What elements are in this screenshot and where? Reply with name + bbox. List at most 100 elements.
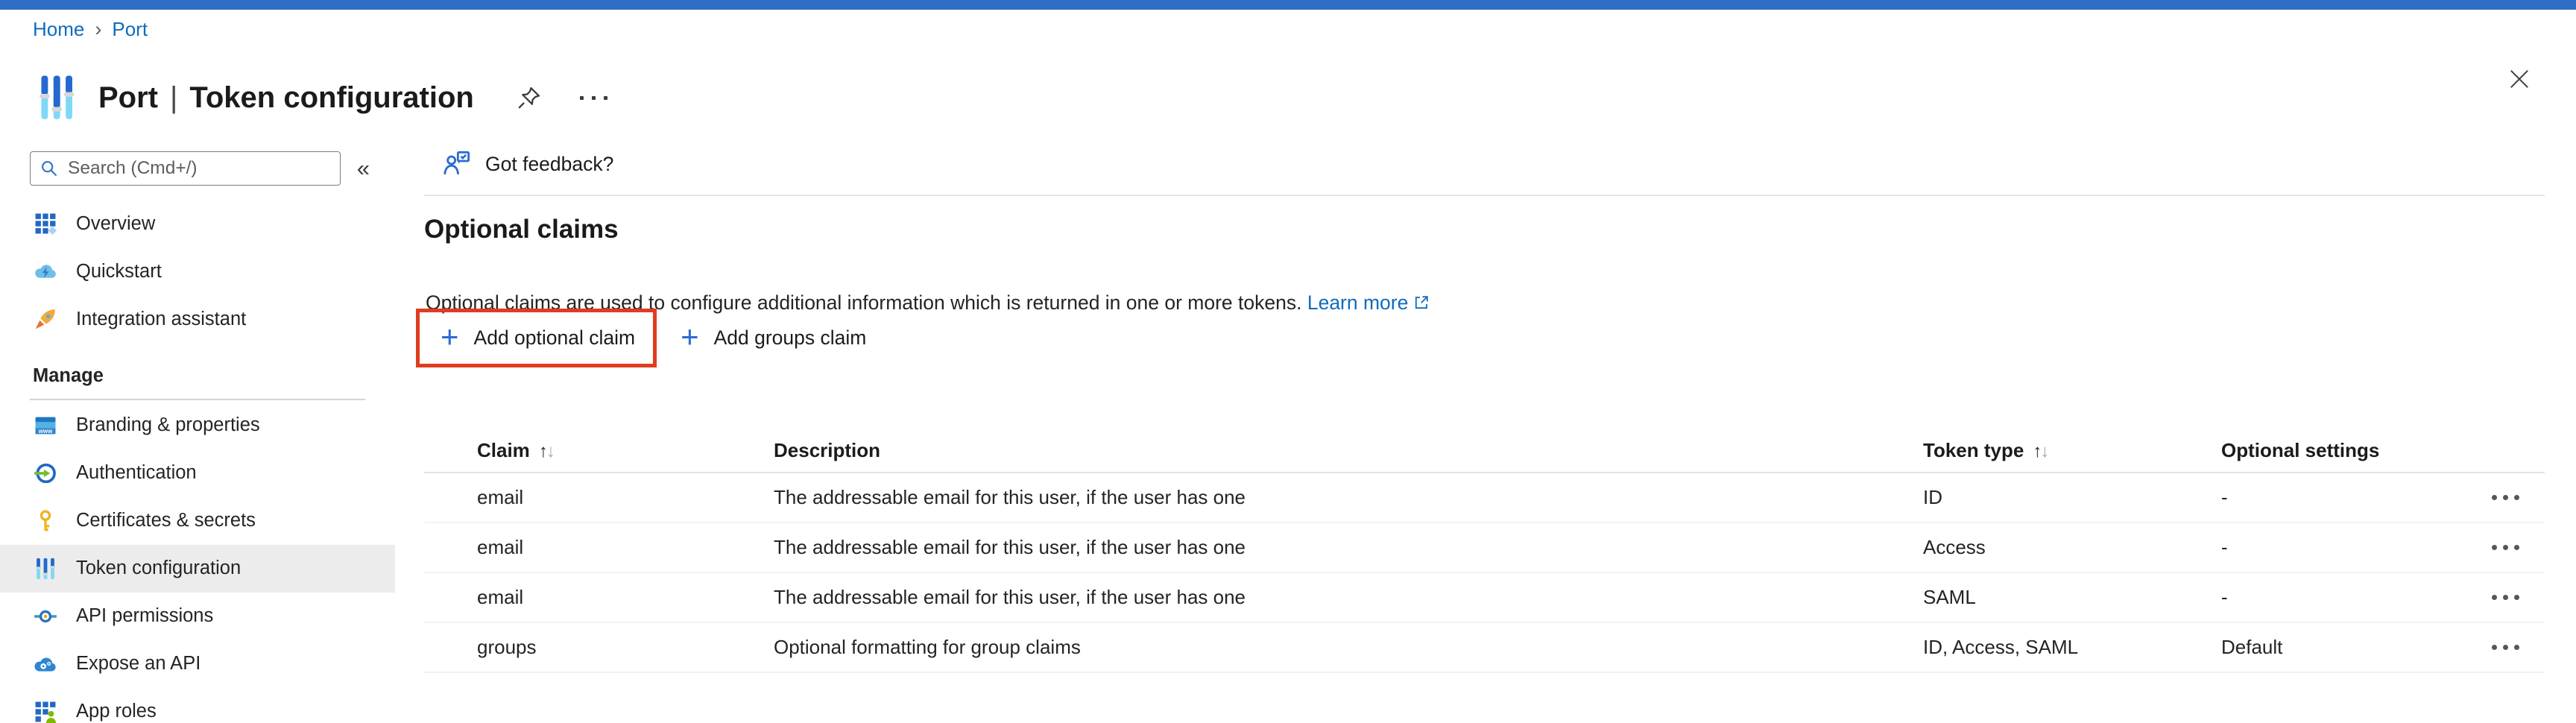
overview-icon (33, 211, 58, 236)
sidebar-item-label: Branding & properties (76, 414, 260, 436)
page-header: Port | Token configuration (36, 61, 607, 135)
claim-cell: email (424, 586, 774, 609)
integration-assistant-icon (33, 306, 58, 332)
sidebar-item-label: Overview (76, 213, 155, 235)
app-roles-icon (33, 699, 58, 723)
token-type-header-label: Token type (1923, 439, 2024, 461)
claim-cell: groups (424, 636, 774, 659)
close-blade-button[interactable] (2507, 67, 2531, 91)
search-box (30, 151, 341, 186)
sort-arrows-icon: ↑↓ (539, 441, 554, 461)
sidebar-item-label: App roles (76, 701, 157, 722)
sidebar-item-integration-assistant[interactable]: Integration assistant (0, 295, 395, 343)
browser-top-bar (0, 0, 2576, 10)
sidebar-item-label: API permissions (76, 605, 213, 627)
table-row-email-access[interactable]: emailThe addressable email for this user… (424, 523, 2545, 573)
feedback-icon (442, 149, 472, 179)
optional-claims-heading: Optional claims (424, 215, 619, 244)
optional-settings-cell: - (2221, 536, 2490, 559)
row-context-menu-button[interactable] (2487, 594, 2545, 601)
sidebar-item-expose-an-api[interactable]: Expose an API (0, 640, 395, 688)
sidebar-section-divider (30, 399, 365, 400)
description-cell: The addressable email for this user, if … (774, 586, 1923, 609)
command-buttons-row: + Add optional claim + Add groups claim (416, 309, 866, 367)
sidebar-item-label: Expose an API (76, 653, 201, 675)
token-configuration-icon (33, 556, 58, 581)
add-optional-claim-button[interactable]: + Add optional claim (441, 323, 635, 354)
sidebar-item-authentication[interactable]: Authentication (0, 449, 395, 497)
optional-claims-table: Claim ↑↓ Description Token type ↑↓ Optiona… (424, 429, 2545, 673)
close-icon (2507, 67, 2531, 91)
claim-header-label: Claim (477, 439, 530, 461)
description-cell: The addressable email for this user, if … (774, 536, 1923, 559)
sidebar-item-label: Authentication (76, 462, 197, 484)
add-groups-claim-label: Add groups claim (714, 326, 867, 350)
row-context-menu-button[interactable] (2487, 644, 2545, 651)
sidebar-item-branding-properties[interactable]: www Branding & properties (0, 402, 395, 449)
external-link-icon[interactable] (1412, 294, 1430, 312)
token-type-cell: SAML (1923, 586, 2221, 609)
sort-arrows-icon: ↑↓ (2033, 441, 2048, 461)
sidebar-nav-manage: www Branding & properties Authentication Ce… (0, 402, 395, 723)
breadcrumb-port-link[interactable]: Port (112, 18, 148, 41)
breadcrumb-home-link[interactable]: Home (33, 18, 84, 41)
annotation-highlight-box: + Add optional claim (416, 309, 657, 367)
api-permissions-icon (33, 604, 58, 629)
sidebar-item-label: Quickstart (76, 261, 162, 282)
add-groups-claim-button[interactable]: + Add groups claim (681, 323, 866, 354)
description-cell: Optional formatting for group claims (774, 636, 1923, 659)
table-row-email-id[interactable]: emailThe addressable email for this user… (424, 473, 2545, 523)
row-context-menu-button[interactable] (2487, 544, 2545, 551)
column-header-optional-settings[interactable]: Optional settings (2221, 439, 2490, 462)
more-icon (580, 96, 607, 100)
ellipsis-icon (2492, 495, 2519, 500)
app-name: Port (98, 81, 158, 115)
sidebar-item-api-permissions[interactable]: API permissions (0, 593, 395, 640)
sidebar-item-overview[interactable]: Overview (0, 200, 395, 247)
breadcrumb: Home › Port (33, 18, 148, 41)
resource-menu-sidebar: « Overview Quickstart Integration assistan… (0, 140, 395, 723)
feedback-label: Got feedback? (485, 153, 613, 176)
token-type-cell: ID, Access, SAML (1923, 636, 2221, 659)
plus-icon: + (681, 321, 699, 353)
optional-settings-cell: - (2221, 586, 2490, 609)
optional-settings-cell: Default (2221, 636, 2490, 659)
sidebar-search-row: « (30, 151, 370, 186)
token-sliders-app-icon (36, 73, 78, 122)
certificates-icon (33, 508, 58, 534)
row-context-menu-button[interactable] (2487, 494, 2545, 501)
sidebar-item-app-roles[interactable]: App roles (0, 688, 395, 723)
sidebar-item-label: Certificates & secrets (76, 510, 256, 531)
page-title-text: Token configuration (189, 81, 473, 115)
token-type-cell: ID (1923, 486, 2221, 509)
column-header-description[interactable]: Description (774, 439, 1923, 462)
ellipsis-icon (2492, 595, 2519, 600)
page-title: Port | Token configuration (98, 81, 474, 115)
claim-cell: email (424, 536, 774, 559)
description-cell: The addressable email for this user, if … (774, 486, 1923, 509)
more-options-button[interactable] (580, 96, 607, 100)
column-header-claim[interactable]: Claim ↑↓ (424, 439, 774, 462)
branding-icon: www (33, 413, 58, 438)
learn-more-link[interactable]: Learn more (1307, 291, 1409, 314)
svg-text:www: www (38, 427, 53, 434)
title-divider: | (170, 81, 177, 115)
got-feedback-button[interactable]: Got feedback? (442, 149, 613, 179)
search-input[interactable] (30, 151, 341, 186)
authentication-icon (33, 461, 58, 486)
column-header-token-type[interactable]: Token type ↑↓ (1923, 439, 2221, 462)
sidebar-item-certificates-secrets[interactable]: Certificates & secrets (0, 497, 395, 545)
expose-api-icon (33, 651, 58, 677)
quickstart-icon (33, 259, 58, 284)
table-row-groups-id-access-saml[interactable]: groupsOptional formatting for group clai… (424, 623, 2545, 673)
sidebar-item-quickstart[interactable]: Quickstart (0, 247, 395, 295)
claim-cell: email (424, 486, 774, 509)
ellipsis-icon (2492, 545, 2519, 550)
breadcrumb-chevron-icon: › (93, 18, 103, 41)
pin-button[interactable] (516, 84, 543, 111)
table-row-email-saml[interactable]: emailThe addressable email for this user… (424, 573, 2545, 623)
sidebar-item-token-configuration[interactable]: Token configuration (0, 545, 395, 593)
collapse-sidebar-button[interactable]: « (357, 155, 370, 182)
table-header-row: Claim ↑↓ Description Token type ↑↓ Optiona… (424, 429, 2545, 473)
toolbar-divider (424, 195, 2545, 196)
